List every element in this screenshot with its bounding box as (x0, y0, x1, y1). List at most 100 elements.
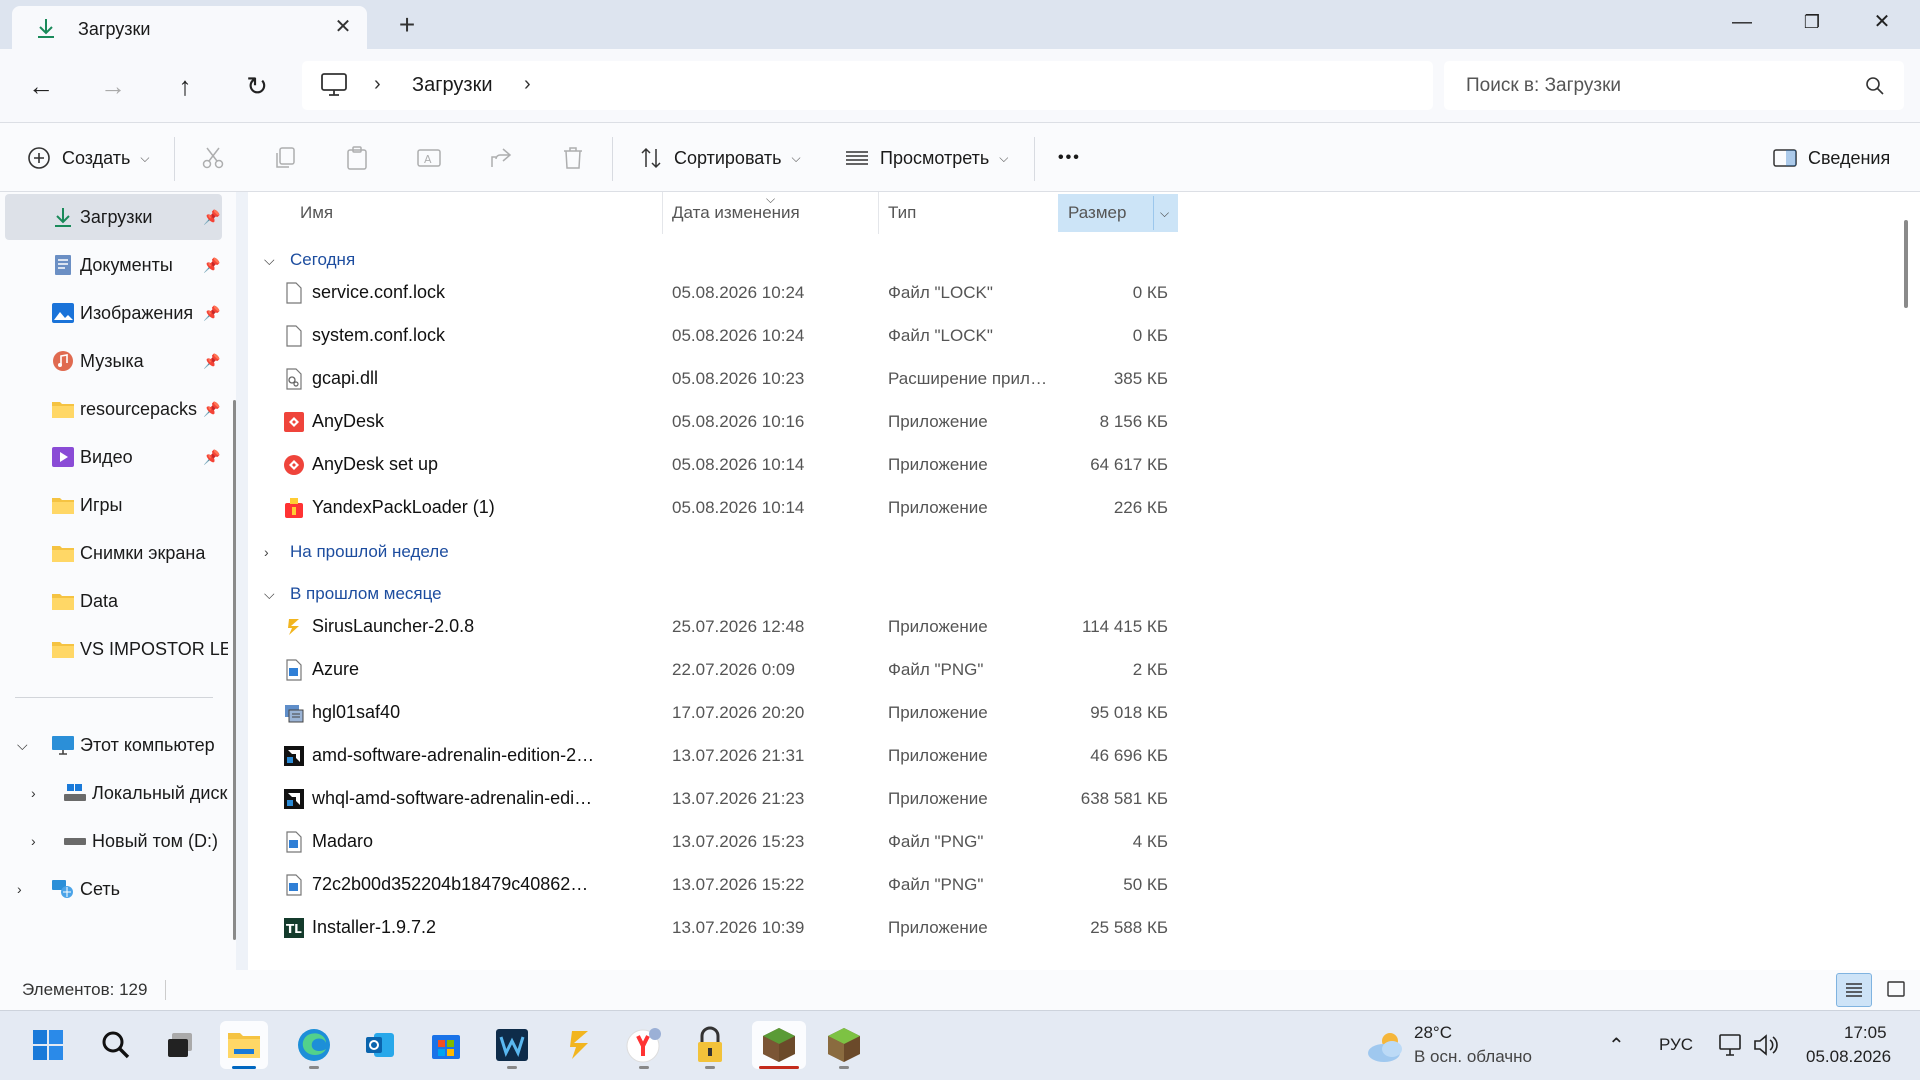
taskbar-file-explorer[interactable] (220, 1021, 268, 1069)
table-row[interactable]: hgl01saf40 17.07.2026 20:20 Приложение 9… (248, 691, 1188, 734)
column-size[interactable]: Размер (1068, 192, 1126, 234)
table-row[interactable]: AnyDesk 05.08.2026 10:16 Приложение 8 15… (248, 400, 1188, 443)
task-view-button[interactable] (156, 1021, 204, 1069)
network-icon[interactable] (1718, 1031, 1746, 1059)
pin-icon[interactable]: 📌 (203, 401, 220, 418)
sidebar-scrollbar[interactable] (233, 400, 236, 940)
taskbar-search[interactable] (92, 1021, 140, 1069)
this-pc-icon[interactable] (320, 72, 348, 98)
chevron-right-icon[interactable]: › (264, 544, 284, 560)
chevron-right-icon[interactable]: › (17, 881, 22, 897)
taskbar-outlook[interactable] (356, 1021, 404, 1069)
table-row[interactable]: Madaro 13.07.2026 15:23 Файл "PNG" 4 КБ (248, 820, 1188, 863)
chevron-down-icon[interactable]: ⌵ (1160, 192, 1169, 234)
table-row[interactable]: 72c2b00d352204b18479c408621cbe1c 13.07.2… (248, 863, 1188, 906)
new-tab-button[interactable]: + (392, 10, 422, 40)
taskbar-lock-app[interactable] (686, 1021, 734, 1069)
sidebar-item-screenshots[interactable]: Снимки экрана (5, 530, 222, 576)
rename-button[interactable]: A (416, 123, 452, 193)
forward-button[interactable]: → (94, 67, 132, 105)
tiles-view-toggle[interactable] (1878, 973, 1914, 1007)
sidebar-item-resourcepacks[interactable]: resourcepacks 📌 (5, 386, 222, 432)
sidebar-item-documents[interactable]: Документы 📌 (5, 242, 222, 288)
sidebar-item-vs-impostor[interactable]: VS IMPOSTOR LEGENDS (5, 626, 228, 672)
taskbar-minecraft[interactable] (752, 1021, 806, 1069)
chevron-right-icon[interactable]: › (31, 833, 36, 849)
group-header-last-week[interactable]: › На прошлой неделе (264, 542, 449, 562)
sidebar-item-games[interactable]: Игры (5, 482, 222, 528)
sidebar-item-network[interactable]: › Сеть (5, 866, 222, 912)
chevron-up-icon[interactable]: ⌃ (1608, 1033, 1625, 1058)
taskbar-vs-impostor[interactable] (488, 1021, 536, 1069)
sidebar-item-data[interactable]: Data (5, 578, 222, 624)
column-divider[interactable] (662, 192, 663, 234)
table-row[interactable]: AnyDesk set up 05.08.2026 10:14 Приложен… (248, 443, 1188, 486)
create-button[interactable]: Создать ⌵ (26, 123, 150, 193)
delete-button[interactable] (560, 123, 596, 193)
more-options-button[interactable]: ••• (1058, 123, 1081, 193)
copy-button[interactable] (272, 123, 308, 193)
pin-icon[interactable]: 📌 (203, 449, 220, 466)
sidebar-item-downloads[interactable]: Загрузки 📌 (5, 194, 222, 240)
details-view-toggle[interactable] (1836, 973, 1872, 1007)
weather-widget[interactable]: 28°C В осн. облачно (1364, 1021, 1564, 1071)
group-header-last-month[interactable]: ⌵ В прошлом месяце (264, 584, 442, 604)
up-button[interactable]: ↑ (166, 67, 204, 105)
volume-icon[interactable] (1752, 1031, 1780, 1059)
taskbar-sirus[interactable] (556, 1021, 604, 1069)
clock-time[interactable]: 17:05 (1844, 1023, 1887, 1043)
table-row[interactable]: TL Installer-1.9.7.2 13.07.2026 10:39 Пр… (248, 906, 1188, 949)
column-divider[interactable] (1153, 196, 1154, 230)
group-header-today[interactable]: ⌵ Сегодня (264, 250, 355, 270)
pin-icon[interactable]: 📌 (203, 305, 220, 322)
close-icon[interactable]: ✕ (330, 14, 356, 40)
clock-date[interactable]: 05.08.2026 (1806, 1047, 1891, 1067)
pin-icon[interactable]: 📌 (203, 353, 220, 370)
sidebar-item-this-pc[interactable]: ⌵ Этот компьютер (5, 722, 222, 768)
table-row[interactable]: gcapi.dll 05.08.2026 10:23 Расширение пр… (248, 357, 1188, 400)
table-row[interactable]: Azure 22.07.2026 0:09 Файл "PNG" 2 КБ (248, 648, 1188, 691)
taskbar-edge[interactable] (290, 1021, 338, 1069)
maximize-button[interactable]: ❐ (1792, 6, 1832, 38)
table-row[interactable]: YandexPackLoader (1) 05.08.2026 10:14 Пр… (248, 486, 1188, 529)
sidebar-item-pictures[interactable]: Изображения 📌 (5, 290, 222, 336)
tab-downloads[interactable]: Загрузки ✕ (12, 6, 367, 49)
refresh-button[interactable]: ↻ (238, 67, 276, 105)
search-input[interactable]: Поиск в: Загрузки (1466, 75, 1621, 97)
back-button[interactable]: ← (22, 67, 60, 105)
chevron-down-icon[interactable]: ⌵ (17, 737, 28, 754)
language-indicator[interactable]: РУС (1659, 1035, 1693, 1055)
column-divider[interactable] (878, 192, 879, 234)
table-row[interactable]: service.conf.lock 05.08.2026 10:24 Файл … (248, 271, 1188, 314)
address-bar[interactable]: › Загрузки › (302, 61, 1433, 110)
breadcrumb-chevron[interactable]: › (374, 73, 381, 96)
column-name[interactable]: Имя (300, 192, 333, 234)
search-box[interactable]: Поиск в: Загрузки (1444, 61, 1904, 110)
sidebar-item-drive-d[interactable]: › Новый том (D:) (5, 818, 222, 864)
sidebar-item-drive-c[interactable]: › Локальный диск (C:) (5, 770, 228, 816)
table-row[interactable]: whql-amd-software-adrenalin-edition-26.6… (248, 777, 1188, 820)
table-row[interactable]: amd-software-adrenalin-edition-26.6.4-mi… (248, 734, 1188, 777)
share-button[interactable] (488, 123, 524, 193)
sidebar-item-music[interactable]: Музыка 📌 (5, 338, 222, 384)
taskbar-yandex-browser[interactable] (620, 1021, 668, 1069)
chevron-down-icon[interactable]: ⌵ (264, 586, 284, 603)
pin-icon[interactable]: 📌 (203, 209, 220, 226)
paste-button[interactable] (344, 123, 380, 193)
sidebar-item-video[interactable]: Видео 📌 (5, 434, 222, 480)
cut-button[interactable] (200, 123, 236, 193)
breadcrumb-downloads[interactable]: Загрузки (412, 74, 493, 97)
search-icon[interactable] (1864, 75, 1886, 97)
column-date[interactable]: Дата изменения (672, 192, 800, 234)
column-type[interactable]: Тип (888, 192, 916, 234)
file-list-scrollbar[interactable] (1904, 220, 1908, 308)
taskbar-store[interactable] (422, 1021, 470, 1069)
chevron-down-icon[interactable]: ⌵ (264, 252, 284, 269)
breadcrumb-chevron[interactable]: › (524, 73, 531, 96)
sort-button[interactable]: Сортировать ⌵ (638, 123, 801, 193)
chevron-right-icon[interactable]: › (31, 785, 36, 801)
start-button[interactable] (24, 1021, 72, 1069)
details-pane-button[interactable]: Сведения (1772, 123, 1890, 193)
minimize-button[interactable]: — (1722, 6, 1762, 38)
table-row[interactable]: SirusLauncher-2.0.8 25.07.2026 12:48 При… (248, 605, 1188, 648)
